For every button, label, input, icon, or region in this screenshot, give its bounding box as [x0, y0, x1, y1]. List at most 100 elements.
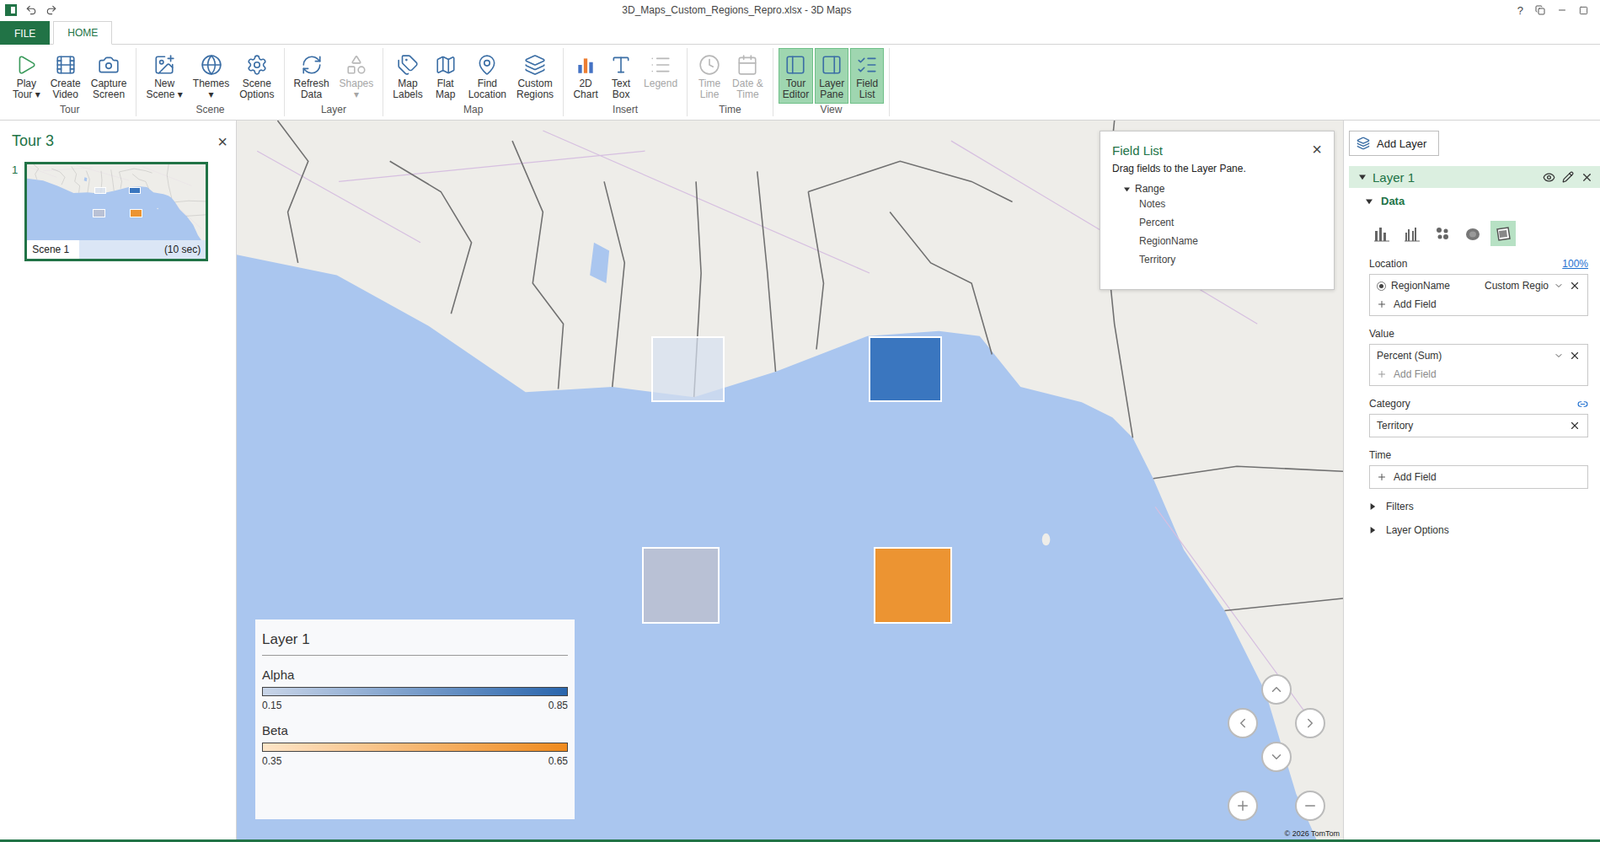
ribbon-group-label: Layer [289, 103, 379, 118]
tour-close-button[interactable]: × [217, 133, 228, 150]
add-field-button[interactable]: Add Field [1376, 467, 1581, 487]
section-expand-icon[interactable] [1369, 503, 1376, 510]
delete-layer-icon[interactable] [1580, 171, 1594, 184]
help-button[interactable]: ? [1517, 4, 1524, 17]
expand-triangle-icon[interactable] [1123, 186, 1130, 193]
ribbon-group-label: Scene [141, 103, 279, 118]
add-layer-button[interactable]: Add Layer [1348, 130, 1440, 156]
value-field[interactable]: Percent (Sum) [1376, 346, 1581, 365]
field-item[interactable]: Percent [1112, 213, 1322, 232]
eye-icon[interactable] [1542, 171, 1556, 184]
add-field-button[interactable]: Add Field [1376, 364, 1581, 384]
thumbnail-map[interactable] [26, 164, 206, 241]
ribbon-button[interactable]: CreateVideo [46, 48, 86, 104]
rotate-left-button[interactable] [1227, 707, 1258, 739]
ribbon-display-icon[interactable] [1535, 5, 1546, 16]
collapsible-section[interactable]: Filters [1369, 500, 1589, 513]
dropdown-icon[interactable] [1553, 280, 1564, 291]
custom-region[interactable] [642, 546, 720, 625]
ribbon-button[interactable]: 2DChart [568, 48, 603, 104]
visualization-type-button[interactable] [1490, 220, 1516, 247]
visualization-type-button[interactable] [1369, 220, 1395, 247]
custom-region[interactable] [873, 546, 953, 625]
ribbon-button[interactable]: FindLocation [464, 48, 511, 104]
map-canvas[interactable]: Layer 1Alpha0.150.85Beta0.350.65Field Li… [236, 120, 1344, 840]
minimize-icon[interactable] [1557, 5, 1568, 16]
ribbon-button[interactable]: RefreshData [289, 48, 334, 104]
field-item[interactable]: Territory [1112, 250, 1322, 269]
zoom-out-button[interactable] [1294, 790, 1326, 821]
ribbon-button-icon [54, 53, 77, 76]
ribbon-button-icon [610, 53, 632, 76]
ribbon-button[interactable]: Shapes▾ [335, 48, 379, 104]
remove-field-icon[interactable] [1568, 349, 1581, 362]
ribbon-button[interactable]: TextBox [604, 48, 638, 104]
field-item[interactable]: RegionName [1112, 231, 1322, 251]
pencil-icon[interactable] [1562, 171, 1574, 183]
category-well[interactable]: Territory [1369, 413, 1589, 438]
location-confidence-link[interactable]: 100% [1562, 257, 1589, 270]
section-expand-icon[interactable] [1369, 526, 1376, 534]
ribbon-button[interactable]: FlatMap [428, 48, 463, 104]
redo-icon[interactable] [45, 4, 58, 17]
thumbnail-region [92, 208, 106, 218]
ribbon-group: RefreshDataShapes▾Layer [284, 48, 385, 117]
ribbon-tab[interactable]: HOME [53, 21, 113, 45]
add-field-button[interactable]: Add Field [1376, 294, 1581, 314]
scene-thumbnail [26, 164, 206, 241]
rotate-right-button[interactable] [1294, 707, 1326, 739]
field-list-close[interactable]: × [1311, 140, 1322, 158]
location-well[interactable]: RegionNameCustom RegioAdd Field [1369, 273, 1589, 316]
data-expand-icon[interactable] [1365, 197, 1373, 205]
custom-region[interactable] [868, 336, 942, 402]
category-field[interactable]: Territory [1376, 416, 1581, 435]
time-well[interactable]: Add Field [1369, 465, 1589, 489]
ribbon-button[interactable]: PlayTour ▾ [8, 48, 45, 104]
ribbon-button[interactable]: TimeLine [692, 48, 727, 104]
visualization-type-button[interactable] [1399, 220, 1425, 247]
field-radio[interactable] [1376, 281, 1386, 291]
visualization-type-button[interactable] [1429, 220, 1456, 247]
remove-field-icon[interactable] [1568, 419, 1581, 432]
ribbon-button[interactable]: TourEditor [778, 48, 814, 104]
ribbon-button[interactable]: FieldList [850, 48, 884, 104]
location-field[interactable]: RegionNameCustom Regio [1376, 276, 1581, 295]
custom-region[interactable] [651, 336, 725, 402]
ribbon-group-label: Time [692, 103, 768, 118]
tilt-down-button[interactable] [1261, 741, 1292, 772]
ribbon-button[interactable]: NewScene ▾ [141, 48, 187, 104]
ribbon-button[interactable]: MapLabels [388, 48, 427, 104]
ribbon-tab[interactable]: FILE [0, 21, 50, 45]
ribbon-button[interactable]: CustomRegions [512, 48, 558, 104]
ribbon-button-icon [200, 53, 223, 76]
map-legend[interactable]: Layer 1Alpha0.150.85Beta0.350.65 [255, 619, 575, 819]
visualization-type-button[interactable] [1460, 220, 1486, 247]
ribbon-button-icon [649, 53, 672, 76]
collapsible-section[interactable]: Layer Options [1369, 524, 1589, 536]
ribbon-button[interactable]: Legend [639, 48, 682, 93]
value-well[interactable]: Percent (Sum)Add Field [1369, 343, 1589, 386]
data-section-header[interactable]: Data [1365, 194, 1589, 208]
layer-expand-icon[interactable] [1359, 173, 1366, 181]
app-window: 3D_Maps_Custom_Regions_Repro.xlsx - 3D M… [0, 0, 1600, 842]
legend-title: Layer 1 [262, 631, 568, 656]
remove-field-icon[interactable] [1568, 279, 1581, 292]
field-group[interactable]: Range [1112, 182, 1322, 195]
undo-icon[interactable] [25, 4, 38, 17]
ribbon-button[interactable]: Themes▾ [188, 48, 234, 104]
zoom-in-button[interactable] [1227, 790, 1258, 821]
ribbon-button[interactable]: SceneOptions [235, 48, 279, 104]
ribbon-button[interactable]: CaptureScreen [86, 48, 132, 104]
field-item[interactable]: Notes [1112, 194, 1322, 214]
tilt-up-button[interactable] [1261, 674, 1292, 705]
ribbon-button-icon [856, 53, 878, 76]
layer-header[interactable]: Layer 1 [1348, 165, 1600, 188]
scene-card[interactable]: Scene 1(10 sec) [24, 161, 209, 262]
maximize-icon[interactable] [1578, 5, 1589, 16]
plus-icon [1376, 299, 1387, 310]
ribbon-button-icon [396, 53, 419, 76]
dropdown-icon[interactable] [1553, 350, 1564, 361]
ribbon-button[interactable]: Date &Time [727, 48, 768, 104]
category-options-icon[interactable] [1577, 398, 1589, 410]
ribbon-button[interactable]: LayerPane [814, 48, 849, 104]
